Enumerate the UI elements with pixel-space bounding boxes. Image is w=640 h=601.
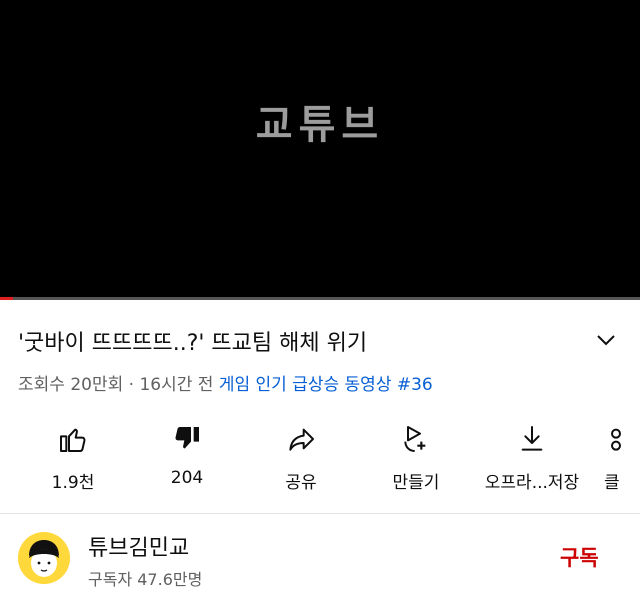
video-title[interactable]: '굿바이 뜨뜨뜨뜨..?' 뜨교팀 해체 위기 (18, 325, 367, 357)
like-button[interactable]: 1.9천 (23, 420, 123, 495)
upload-age: 16시간 전 (139, 375, 214, 395)
clip-icon (604, 420, 640, 458)
chevron-down-icon[interactable] (594, 330, 618, 350)
clip-label: 클 (604, 473, 620, 493)
channel-avatar[interactable] (18, 532, 70, 584)
like-count: 1.9천 (51, 473, 95, 493)
share-button[interactable]: 공유 (251, 420, 351, 495)
remix-label: 만들기 (392, 473, 440, 493)
video-player[interactable]: 교튜브 (0, 0, 640, 300)
progress-bar[interactable] (0, 297, 640, 300)
view-count: 조회수 20만회 (18, 375, 124, 395)
action-bar: 1.9천 204 공유 만들기 오프라...저장 클 (0, 420, 640, 495)
thumbs-down-icon (137, 420, 237, 458)
trending-tag[interactable]: 게임 인기 급상승 동영상 #36 (219, 375, 433, 395)
meta-separator: · (123, 375, 140, 395)
share-label: 공유 (285, 473, 317, 493)
divider (0, 513, 640, 514)
progress-bar-fill (0, 297, 13, 300)
subscriber-count: 구독자 47.6만명 (88, 570, 203, 589)
video-meta[interactable]: 조회수 20만회 · 16시간 전 게임 인기 급상승 동영상 #36 (18, 370, 433, 395)
remix-icon (366, 420, 466, 458)
share-icon (251, 420, 351, 458)
channel-name[interactable]: 튜브김민교 (88, 530, 189, 562)
thumbs-up-icon (23, 420, 123, 458)
dislike-button[interactable]: 204 (137, 420, 237, 495)
download-button[interactable]: 오프라...저장 (481, 420, 583, 495)
video-watermark-logo: 교튜브 (255, 101, 385, 148)
download-label: 오프라...저장 (484, 473, 580, 493)
dislike-count: 204 (170, 468, 204, 488)
subscribe-button[interactable]: 구독 (560, 542, 599, 572)
download-icon (481, 420, 583, 458)
clip-button[interactable]: 클 (604, 420, 640, 495)
remix-button[interactable]: 만들기 (366, 420, 466, 495)
